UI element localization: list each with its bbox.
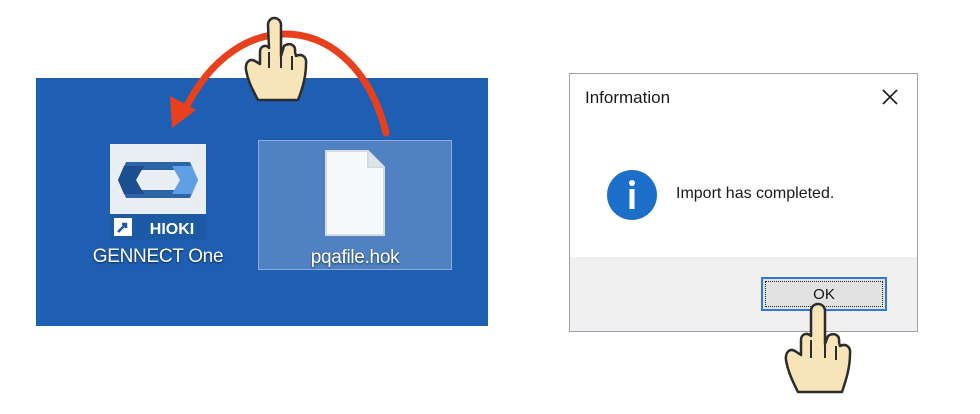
dialog-title: Information [585,88,671,107]
information-dialog: Information Import has completed. OK [569,73,918,332]
dialog-footer: OK [570,257,917,331]
pointing-hand-icon [784,302,852,394]
pointing-hand-icon [244,16,308,102]
close-icon [882,89,898,105]
dialog-message: Import has completed. [676,185,835,202]
info-icon [607,170,657,220]
close-button[interactable] [877,84,903,110]
